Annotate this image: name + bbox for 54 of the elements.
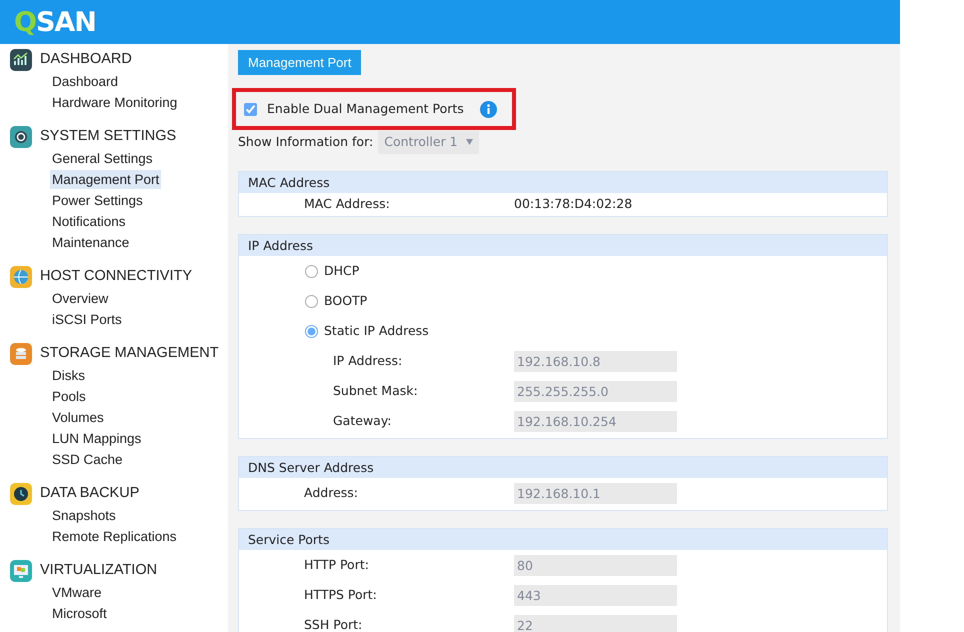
sidebar-item[interactable]: Power Settings bbox=[50, 191, 145, 210]
field-label: MAC Address: bbox=[304, 194, 391, 213]
sidebar-item[interactable]: Notifications bbox=[50, 212, 128, 231]
sidebar-item[interactable]: Microsoft bbox=[50, 604, 109, 623]
caret-icon bbox=[466, 139, 473, 146]
section-heading: STORAGE MANAGEMENT bbox=[40, 344, 219, 364]
section-heading: DASHBOARD bbox=[40, 50, 132, 70]
sidebar-item[interactable]: General Settings bbox=[50, 149, 155, 168]
sidebar-item[interactable]: Maintenance bbox=[50, 233, 132, 252]
radio-label: BOOTP bbox=[324, 292, 368, 310]
field-label: HTTPS Port: bbox=[304, 586, 378, 604]
panel-header: MAC Address bbox=[239, 172, 887, 193]
radio-button[interactable] bbox=[305, 325, 318, 338]
chart-icon bbox=[10, 49, 32, 71]
radio-label: Static IP Address bbox=[324, 322, 429, 340]
sidebar-item[interactable]: Disks bbox=[50, 366, 87, 385]
radio-button[interactable] bbox=[305, 295, 318, 308]
sidebar-item[interactable]: Snapshots bbox=[50, 506, 118, 525]
field-label: IP Address: bbox=[333, 352, 404, 370]
radio-label: DHCP bbox=[324, 262, 360, 280]
sidebar-item[interactable]: SSD Cache bbox=[50, 450, 125, 469]
info-icon[interactable] bbox=[480, 100, 497, 118]
section-heading: HOST CONNECTIVITY bbox=[40, 267, 192, 286]
logo: QSAN bbox=[14, 8, 96, 36]
sidebar-item[interactable]: iSCSI Ports bbox=[50, 310, 124, 329]
field-label: Subnet Mask: bbox=[333, 382, 419, 400]
database-icon bbox=[10, 343, 32, 365]
section-heading: VIRTUALIZATION bbox=[40, 561, 158, 580]
panel-header: IP Address bbox=[239, 234, 887, 256]
globe-icon bbox=[10, 266, 32, 288]
sidebar-item[interactable]: VMware bbox=[50, 583, 104, 602]
sidebar-item[interactable]: Overview bbox=[50, 289, 110, 308]
clock-icon bbox=[10, 483, 32, 505]
section-heading: SYSTEM SETTINGS bbox=[40, 127, 176, 146]
field-label: Gateway: bbox=[333, 412, 393, 430]
sidebar-item[interactable]: Volumes bbox=[50, 408, 106, 427]
checkbox[interactable] bbox=[244, 102, 257, 116]
panel-header: Service Ports bbox=[239, 528, 887, 550]
field-label: SSH Port: bbox=[304, 616, 364, 632]
monitor-icon bbox=[10, 560, 32, 582]
field-value: 00:13:78:D4:02:28 bbox=[514, 194, 632, 213]
field-label: Address: bbox=[304, 484, 359, 502]
field-label: HTTP Port: bbox=[304, 556, 370, 574]
sidebar-item[interactable]: Pools bbox=[50, 387, 88, 406]
field-label: Show Information for: bbox=[238, 133, 374, 151]
checkbox-label: Enable Dual Management Ports bbox=[267, 100, 464, 118]
radio-button[interactable] bbox=[305, 265, 318, 278]
section-heading: DATA BACKUP bbox=[40, 484, 140, 504]
sidebar-item[interactable]: Management Port bbox=[50, 170, 162, 189]
sidebar-item[interactable]: LUN Mappings bbox=[50, 429, 144, 448]
sidebar-item[interactable]: Remote Replications bbox=[50, 527, 179, 546]
sidebar-item[interactable]: Dashboard bbox=[50, 72, 120, 91]
panel-header: DNS Server Address bbox=[239, 456, 887, 478]
sidebar-item[interactable]: Hardware Monitoring bbox=[50, 93, 180, 112]
